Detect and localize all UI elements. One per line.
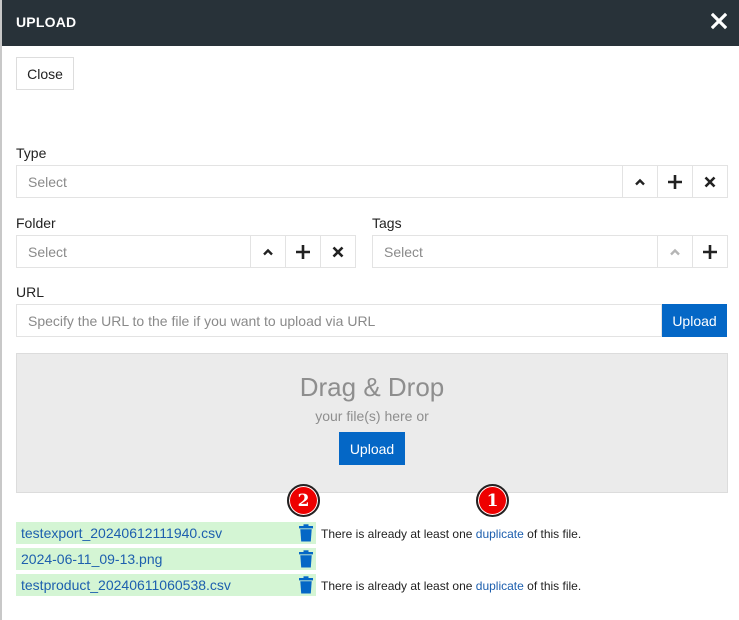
chevron-up-icon[interactable] <box>250 236 285 267</box>
url-input[interactable] <box>16 304 662 337</box>
dropzone[interactable]: Drag & Drop your file(s) here or Upload <box>16 353 728 493</box>
close-icon[interactable] <box>710 10 728 32</box>
close-button[interactable]: Close <box>16 57 74 90</box>
dropzone-title: Drag & Drop <box>299 372 445 402</box>
duplicate-message-prefix: There is already at least one <box>321 527 476 541</box>
type-label: Type <box>16 145 47 161</box>
file-name-link[interactable]: 2024-06-11_09-13.png <box>21 551 162 567</box>
file-item: testexport_20240612111940.csv <box>16 522 316 544</box>
annotation-badge-2: 2 <box>287 484 320 517</box>
duplicate-message-prefix: There is already at least one <box>321 579 476 593</box>
url-label: URL <box>16 284 45 300</box>
plus-icon[interactable] <box>692 236 727 267</box>
clear-icon[interactable] <box>692 166 727 197</box>
tags-placeholder: Select <box>384 243 423 260</box>
duplicate-link[interactable]: duplicate <box>476 527 524 541</box>
type-placeholder: Select <box>28 173 67 190</box>
duplicate-message: There is already at least one duplicate … <box>321 579 581 593</box>
tags-label: Tags <box>372 215 402 231</box>
chevron-up-icon[interactable] <box>622 166 657 197</box>
tags-select[interactable]: Select <box>372 235 728 268</box>
type-select[interactable]: Select <box>16 165 728 198</box>
window-edge <box>0 0 2 620</box>
file-name-link[interactable]: testproduct_20240611060538.csv <box>21 577 231 593</box>
duplicate-message: There is already at least one duplicate … <box>321 527 581 541</box>
dialog-title: UPLOAD <box>16 14 77 30</box>
folder-label: Folder <box>16 215 56 231</box>
folder-placeholder: Select <box>28 243 67 260</box>
plus-icon[interactable] <box>285 236 320 267</box>
url-upload-button[interactable]: Upload <box>662 304 727 337</box>
file-item: 2024-06-11_09-13.png <box>16 548 316 570</box>
file-item: testproduct_20240611060538.csv <box>16 574 316 596</box>
duplicate-link[interactable]: duplicate <box>476 579 524 593</box>
duplicate-message-suffix: of this file. <box>523 527 582 541</box>
clear-icon[interactable] <box>320 236 355 267</box>
dropzone-upload-button[interactable]: Upload <box>339 432 405 465</box>
plus-icon[interactable] <box>657 166 692 197</box>
trash-icon[interactable] <box>298 524 314 542</box>
chevron-up-icon <box>657 236 692 267</box>
dialog-header: UPLOAD <box>2 0 739 46</box>
dropzone-subtitle: your file(s) here or <box>315 408 429 424</box>
folder-select[interactable]: Select <box>16 235 356 268</box>
file-name-link[interactable]: testexport_20240612111940.csv <box>21 525 222 541</box>
trash-icon[interactable] <box>298 550 314 568</box>
trash-icon[interactable] <box>298 576 314 594</box>
annotation-badge-1: 1 <box>476 484 509 517</box>
duplicate-message-suffix: of this file. <box>523 579 582 593</box>
